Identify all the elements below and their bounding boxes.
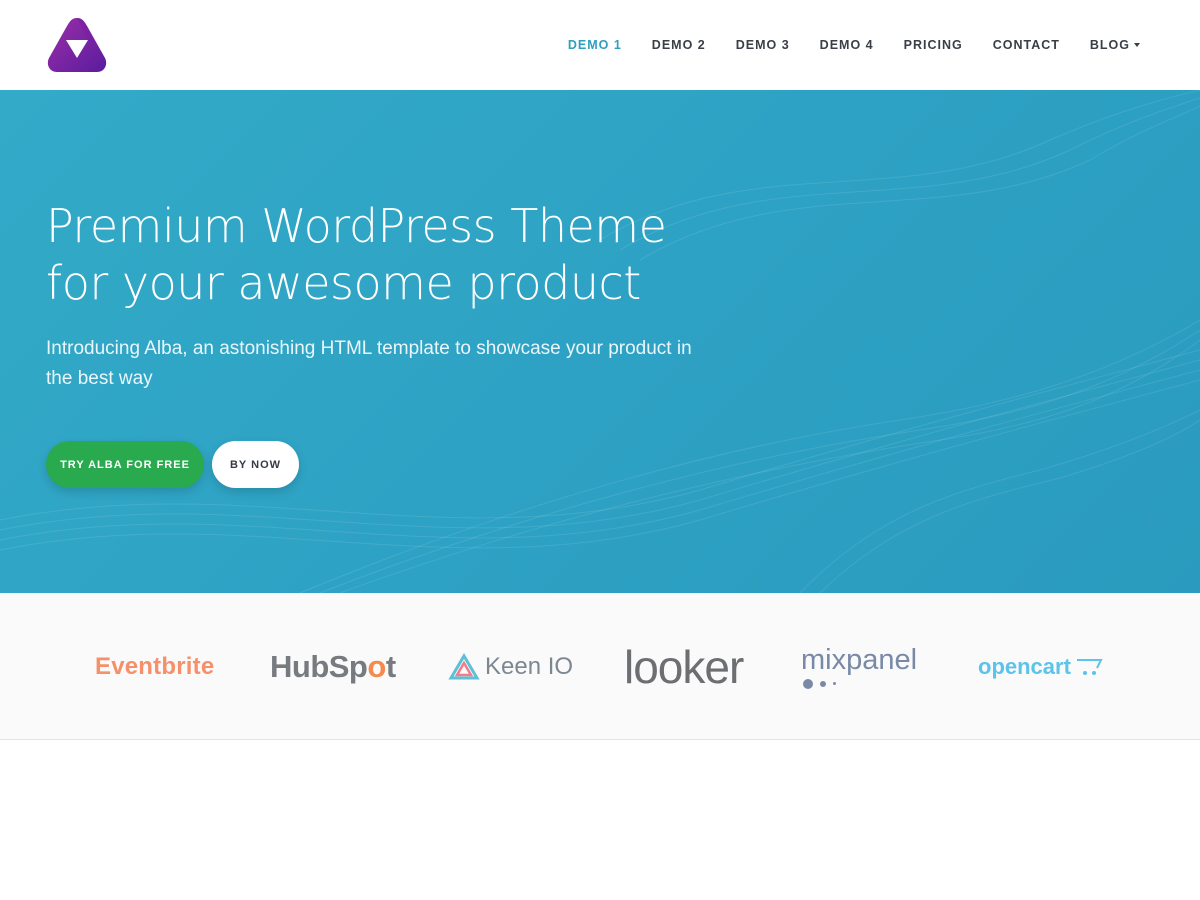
main-nav: DEMO 1 DEMO 2 DEMO 3 DEMO 4 PRICING CONT… — [538, 0, 1140, 90]
hero-subtitle: Introducing Alba, an astonishing HTML te… — [46, 338, 692, 389]
eventbrite-logo: Eventbrite — [95, 652, 215, 680]
mixpanel-logo: mixpanel — [801, 593, 917, 740]
nav-blog[interactable]: BLOG — [1090, 38, 1140, 52]
cart-icon — [1076, 658, 1103, 675]
keen-triangle-icon — [448, 652, 480, 679]
opencart-logo: opencart — [978, 593, 1105, 740]
nav-pricing[interactable]: PRICING — [904, 38, 963, 52]
caret-down-icon — [1134, 43, 1140, 47]
hubspot-logo-text-a: HubSp — [270, 648, 368, 684]
site-header: DEMO 1 DEMO 2 DEMO 3 DEMO 4 PRICING CONT… — [0, 0, 1200, 90]
looker-logo: looker — [624, 640, 744, 693]
opencart-text: opencart — [978, 653, 1071, 679]
hubspot-logo-text-b: t — [385, 648, 396, 684]
try-alba-free-button[interactable]: TRY ALBA FOR FREE — [46, 441, 204, 488]
keen-io-text: Keen IO — [485, 652, 574, 680]
nav-demo-1[interactable]: DEMO 1 — [568, 38, 622, 52]
hero-title-line-2: for your awesome product — [46, 256, 641, 310]
nav-demo-3[interactable]: DEMO 3 — [736, 38, 790, 52]
mixpanel-dots-icon — [803, 679, 836, 689]
page: DEMO 1 DEMO 2 DEMO 3 DEMO 4 PRICING CONT… — [0, 0, 1200, 900]
content-area — [0, 741, 1200, 900]
keen-io-logo: Keen IO — [448, 593, 573, 740]
client-logos-strip: Eventbrite HubSp o t Keen IO looker mixpan… — [0, 593, 1200, 740]
hero-section: Premium WordPress Theme for your awesome… — [0, 90, 1200, 593]
nav-demo-4[interactable]: DEMO 4 — [820, 38, 874, 52]
hero-title: Premium WordPress Theme for your awesome… — [46, 198, 746, 312]
hubspot-sprocket-icon: o — [367, 648, 386, 684]
nav-blog-label: BLOG — [1089, 38, 1130, 52]
mixpanel-text: mixpanel — [801, 644, 918, 676]
hubspot-logo: HubSp o t — [270, 593, 396, 740]
buy-now-button[interactable]: BY NOW — [212, 441, 299, 488]
nav-demo-2[interactable]: DEMO 2 — [652, 38, 706, 52]
triangle-logo-icon[interactable] — [46, 16, 108, 74]
nav-contact[interactable]: CONTACT — [993, 38, 1060, 52]
hero-title-line-1: Premium WordPress Theme — [46, 199, 667, 253]
